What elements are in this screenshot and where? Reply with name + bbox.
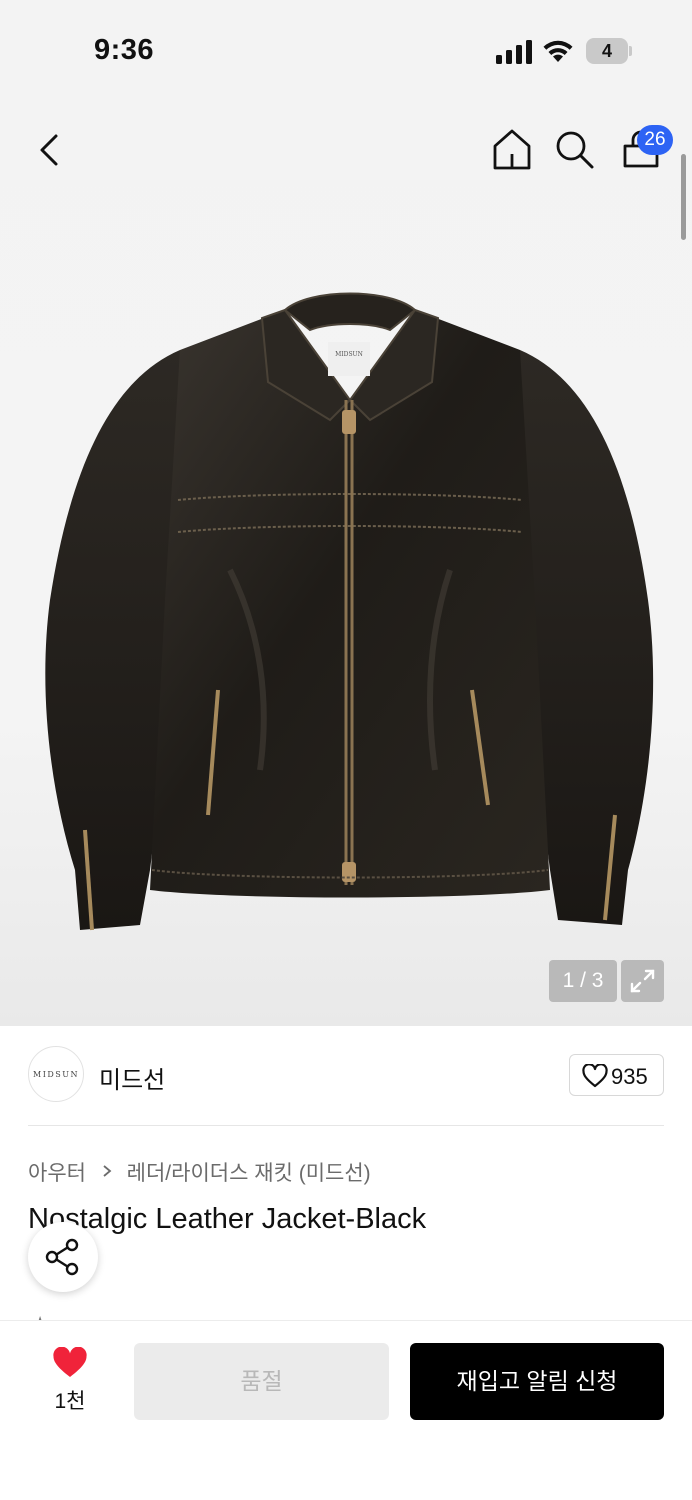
breadcrumb-category[interactable]: 아우터 — [28, 1157, 86, 1187]
wifi-icon — [543, 40, 573, 62]
brand-row: MIDSUN 미드선 935 — [0, 1026, 692, 1126]
brand-name[interactable]: 미드선 — [99, 1060, 165, 1095]
bottom-action-bar: 1천 품절 재입고 알림 신청 — [0, 1320, 692, 1500]
heart-outline-icon — [582, 1064, 608, 1088]
search-icon[interactable] — [552, 126, 596, 172]
image-counter: 1 / 3 — [549, 960, 617, 1002]
jacket-label: MIDSUN — [335, 351, 363, 358]
cart-badge: 26 — [637, 125, 673, 155]
status-bar: 9:36 4 — [0, 0, 692, 100]
brand-like-count: 935 — [611, 1064, 648, 1089]
breadcrumb: 아우터 레더/라이더스 재킷 (미드선) — [28, 1157, 371, 1187]
wish-count: 1천 — [54, 1390, 86, 1413]
product-gallery[interactable]: 9:36 4 26 MIDSUN 1 / 3 — [0, 0, 692, 1026]
back-icon[interactable] — [28, 126, 72, 174]
heart-filled-icon[interactable] — [52, 1347, 88, 1379]
signal-icon — [496, 40, 532, 64]
expand-icon[interactable] — [621, 960, 664, 1002]
brand-logo[interactable]: MIDSUN — [28, 1046, 84, 1102]
breadcrumb-subcategory[interactable]: 레더/라이더스 재킷 (미드선) — [127, 1157, 371, 1187]
status-time: 9:36 — [94, 34, 155, 66]
chevron-right-icon — [103, 1164, 112, 1177]
brand-like-button[interactable]: 935 — [569, 1054, 664, 1096]
soldout-button: 품절 — [134, 1343, 389, 1420]
battery-level: 4 — [601, 41, 612, 61]
share-icon[interactable] — [28, 1222, 98, 1292]
divider — [28, 1125, 664, 1126]
restock-alert-button[interactable]: 재입고 알림 신청 — [410, 1343, 664, 1420]
scroll-indicator — [681, 154, 686, 240]
battery-icon: 4 — [586, 38, 632, 64]
product-image[interactable]: MIDSUN — [30, 270, 670, 970]
product-title: Nostalgic Leather Jacket-Black — [28, 1203, 427, 1235]
home-icon[interactable] — [490, 126, 534, 172]
